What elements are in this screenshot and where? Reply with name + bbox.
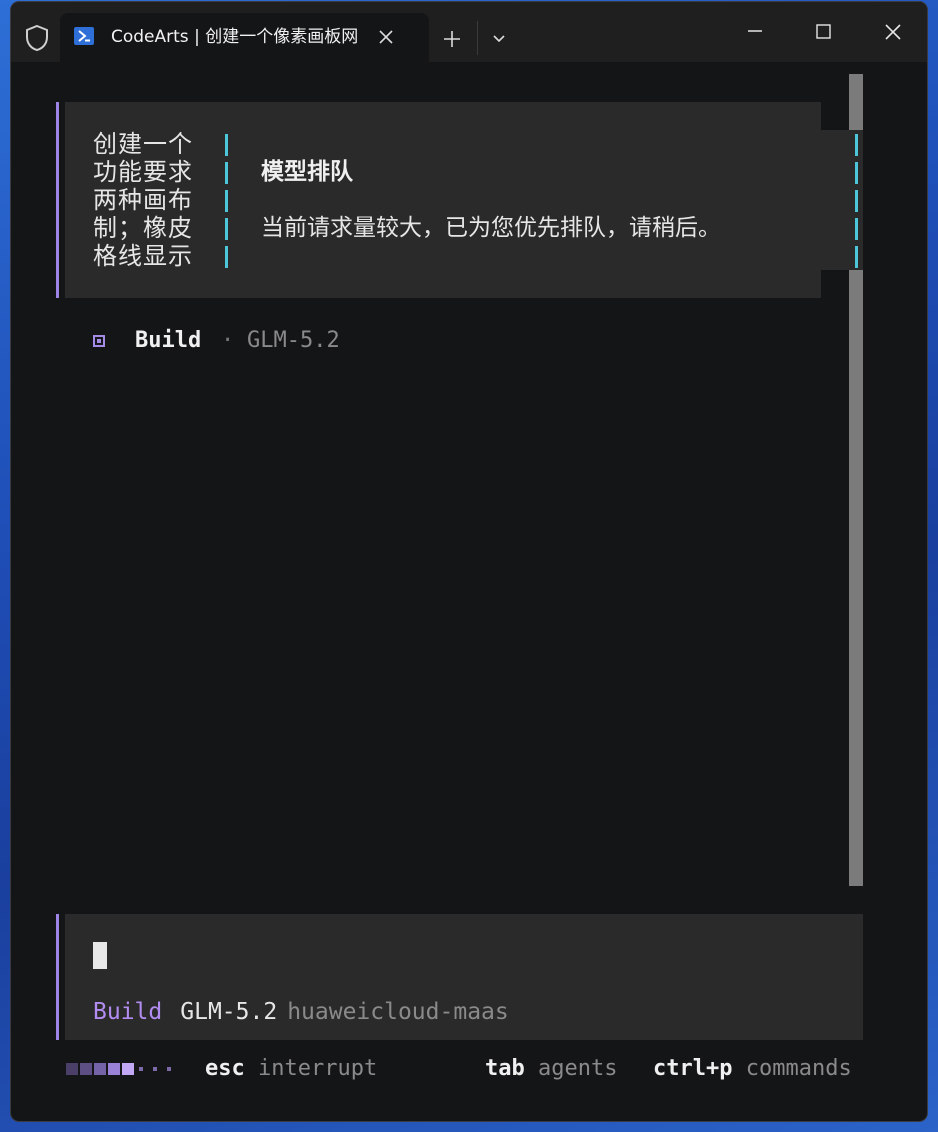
provider-name: huaweicloud-maas <box>287 999 509 1025</box>
hint-commands: ctrl+p commands <box>653 1056 852 1081</box>
maximize-button[interactable] <box>806 16 842 52</box>
popup-border-tick <box>855 190 858 212</box>
popup-border-tick <box>855 246 858 268</box>
dialog-message: 当前请求量较大，已为您优先排队，请稍后。 <box>261 215 721 241</box>
title-bar: CodeArts | 创建一个像素画板网页 <box>11 2 927 62</box>
minimize-button[interactable] <box>737 16 773 52</box>
popup-border-tick <box>855 218 858 240</box>
status-mode: Build <box>135 328 202 353</box>
prompt-line: 制；橡皮 <box>93 214 193 242</box>
keybind-footer: esc interrupt tab agents ctrl+p commands <box>11 1052 927 1086</box>
popup-border-tick <box>225 218 228 240</box>
chevron-down-icon[interactable] <box>489 28 509 48</box>
hint-agents: tab agents <box>485 1056 618 1081</box>
popup-border-tick <box>225 162 228 184</box>
close-window-button[interactable] <box>875 16 911 52</box>
square-icon <box>93 335 105 347</box>
popup-border-tick <box>225 134 228 156</box>
popup-border-tick <box>225 190 228 212</box>
queue-notice-dialog: 模型排队 当前请求量较大，已为您优先排队，请稍后。 <box>241 130 863 270</box>
popup-border-tick <box>225 246 228 268</box>
status-separator: · <box>221 328 235 353</box>
powershell-icon <box>74 27 94 45</box>
input-accent-bar <box>56 914 59 1040</box>
plus-icon[interactable] <box>439 26 465 52</box>
hint-interrupt: esc interrupt <box>205 1056 378 1081</box>
terminal-area[interactable]: 创建一个 功能要求 两种画布 制；橡皮 格线显示 模型排队 当前请求量较大，已为… <box>11 62 927 1121</box>
dialog-title: 模型排队 <box>261 159 353 185</box>
tab-active[interactable]: CodeArts | 创建一个像素画板网页 <box>60 13 429 62</box>
message-accent-bar <box>56 102 59 298</box>
titlebar-divider <box>477 21 478 55</box>
status-model: GLM-5.2 <box>247 328 340 353</box>
input-meta: Build GLM-5.2 huaweicloud-maas <box>93 996 509 1028</box>
prompt-line: 格线显示 <box>93 242 193 270</box>
close-tab-icon[interactable] <box>378 29 394 45</box>
agent-name[interactable]: Build <box>93 999 162 1025</box>
popup-border-tick <box>855 162 858 184</box>
prompt-line: 创建一个 <box>93 130 193 158</box>
prompt-line: 两种画布 <box>93 186 193 214</box>
text-cursor[interactable] <box>93 942 107 969</box>
terminal-window: CodeArts | 创建一个像素画板网页 创建一个 功能要求 两种画布 制；橡 <box>11 2 927 1121</box>
popup-border-tick <box>855 134 858 156</box>
prompt-line: 功能要求 <box>93 158 193 186</box>
tab-title: CodeArts | 创建一个像素画板网页 <box>111 27 357 47</box>
shield-icon <box>26 24 48 52</box>
model-name[interactable]: GLM-5.2 <box>180 999 277 1025</box>
